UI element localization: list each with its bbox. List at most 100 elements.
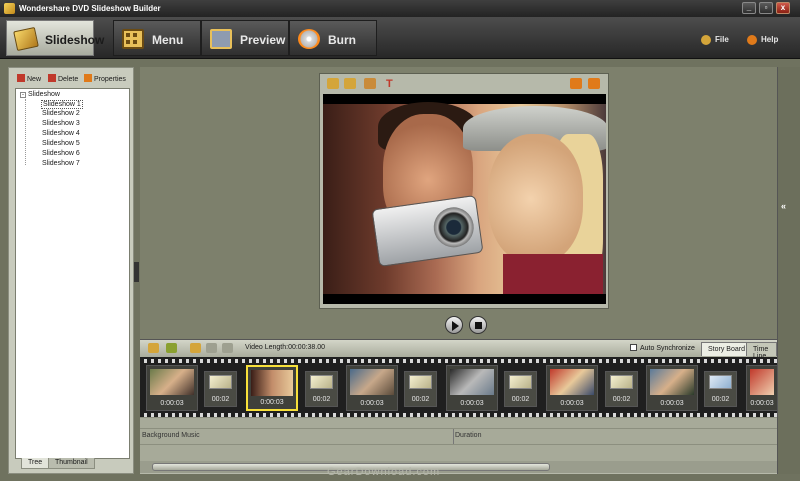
transition-clip[interactable]: 00:02 bbox=[605, 371, 638, 407]
filmstrip: 0:00:03 00:02 0:00:03 00:02 0:00:03 00:0… bbox=[140, 357, 777, 417]
music-track[interactable]: Background Music Duration bbox=[140, 428, 777, 445]
collapse-toggle-icon[interactable]: - bbox=[20, 92, 26, 98]
delete-button[interactable]: Delete bbox=[48, 74, 78, 83]
tree-item[interactable]: Slideshow 7 bbox=[41, 160, 81, 167]
transition-clip[interactable]: 00:02 bbox=[704, 371, 737, 407]
undo-icon[interactable] bbox=[206, 343, 217, 353]
slide-clip[interactable]: 0:00:03 bbox=[746, 365, 777, 411]
next-arrow-icon[interactable] bbox=[588, 78, 600, 89]
main-tab-bar: Slideshow Menu Preview Burn File Help bbox=[0, 17, 800, 59]
edit-icon[interactable] bbox=[190, 343, 201, 353]
transition-clip[interactable]: 00:02 bbox=[404, 371, 437, 407]
rotate-right-icon[interactable] bbox=[344, 78, 356, 89]
tree-root-label: Slideshow bbox=[28, 91, 60, 98]
horizontal-scrollbar[interactable] bbox=[140, 461, 777, 473]
transition-clip[interactable]: 00:02 bbox=[204, 371, 237, 407]
tab-slideshow[interactable]: Slideshow bbox=[6, 20, 104, 56]
clip-duration: 0:00:03 bbox=[560, 400, 584, 407]
right-collapsed-panel: « bbox=[777, 67, 800, 474]
transition-thumbnail bbox=[709, 375, 732, 389]
maximize-button[interactable]: ▫ bbox=[759, 2, 773, 14]
tree-item[interactable]: Slideshow 3 bbox=[41, 120, 81, 127]
slide-clip[interactable]: 0:00:03 bbox=[146, 365, 198, 411]
tree-root[interactable]: - Slideshow bbox=[20, 91, 60, 98]
tab-preview[interactable]: Preview bbox=[201, 20, 289, 56]
storyboard-panel: Video Length:00:00:38.00 Auto Synchroniz… bbox=[140, 339, 777, 474]
stop-button[interactable] bbox=[469, 316, 487, 334]
slide-thumbnail bbox=[350, 369, 394, 395]
menu-icon bbox=[122, 29, 144, 49]
help-menu-label: Help bbox=[761, 35, 779, 45]
storyboard-toolbar: Video Length:00:00:38.00 Auto Synchroniz… bbox=[140, 340, 777, 360]
camera-lens bbox=[431, 204, 477, 250]
auto-synchronize-checkbox[interactable]: Auto Synchronize bbox=[630, 344, 695, 352]
rotate-left-icon[interactable] bbox=[327, 78, 339, 89]
slide-thumbnail bbox=[550, 369, 594, 395]
clip-duration: 00:02 bbox=[211, 396, 230, 403]
play-button[interactable] bbox=[445, 316, 463, 334]
tree-item[interactable]: Slideshow 6 bbox=[41, 150, 81, 157]
file-menu-label: File bbox=[715, 35, 729, 45]
duration-label: Duration bbox=[455, 432, 482, 439]
file-menu[interactable]: File bbox=[701, 35, 729, 45]
tab-burn[interactable]: Burn bbox=[289, 20, 377, 56]
tree-item[interactable]: Slideshow 1 bbox=[41, 100, 83, 109]
clip-duration: 00:02 bbox=[612, 396, 631, 403]
panel-splitter-handle[interactable] bbox=[134, 262, 139, 282]
tab-burn-label: Burn bbox=[328, 33, 356, 47]
tree-connector bbox=[25, 99, 26, 165]
slideshow-tree: - Slideshow Slideshow 1 Slideshow 2 Slide… bbox=[15, 88, 130, 459]
redo-icon[interactable] bbox=[222, 343, 233, 353]
plus-icon bbox=[17, 74, 25, 82]
slide-clip[interactable]: 0:00:03 bbox=[646, 365, 698, 411]
tab-slideshow-label: Slideshow bbox=[45, 33, 105, 47]
tree-item[interactable]: Slideshow 5 bbox=[41, 140, 81, 147]
properties-icon bbox=[84, 74, 92, 82]
slide-clip[interactable]: 0:00:03 bbox=[446, 365, 498, 411]
clip-duration: 00:02 bbox=[511, 396, 530, 403]
tree-item[interactable]: Slideshow 2 bbox=[41, 110, 81, 117]
preview-window: T bbox=[319, 73, 609, 309]
new-button[interactable]: New bbox=[17, 74, 41, 83]
tab-preview-label: Preview bbox=[240, 33, 286, 47]
help-menu[interactable]: Help bbox=[747, 35, 778, 45]
slide-clip[interactable]: 0:00:03 bbox=[546, 365, 598, 411]
new-button-label: New bbox=[27, 76, 42, 83]
slide-thumbnail bbox=[750, 369, 774, 395]
slideshow-toolbar: New Delete Properties bbox=[9, 68, 133, 88]
transition-clip[interactable]: 00:02 bbox=[305, 371, 338, 407]
add-music-icon[interactable] bbox=[166, 343, 177, 353]
text-tool-icon[interactable]: T bbox=[386, 78, 398, 90]
slideshow-icon bbox=[13, 26, 39, 52]
transition-clip[interactable]: 00:02 bbox=[504, 371, 537, 407]
preview-photo bbox=[323, 94, 606, 304]
clip-duration: 0:00:03 bbox=[260, 399, 284, 406]
tree-item[interactable]: Slideshow 4 bbox=[41, 130, 81, 137]
slide-clip-selected[interactable]: 0:00:03 bbox=[246, 365, 298, 411]
background-music-label: Background Music bbox=[142, 432, 200, 439]
add-photo-icon[interactable] bbox=[148, 343, 159, 353]
previous-arrow-icon[interactable] bbox=[570, 78, 582, 89]
close-button[interactable]: x bbox=[776, 2, 790, 14]
slide-thumbnail bbox=[450, 369, 494, 395]
transition-thumbnail bbox=[310, 375, 333, 389]
window-title: Wondershare DVD Slideshow Builder bbox=[19, 4, 161, 13]
minimize-button[interactable]: _ bbox=[742, 2, 756, 14]
tab-thumbnail[interactable]: Thumbnail bbox=[48, 458, 95, 469]
slide-thumbnail bbox=[150, 369, 194, 395]
app-icon bbox=[4, 3, 15, 14]
clip-duration: 0:00:03 bbox=[360, 400, 384, 407]
empty-track bbox=[140, 444, 777, 461]
slide-clip[interactable]: 0:00:03 bbox=[346, 365, 398, 411]
tab-menu[interactable]: Menu bbox=[113, 20, 201, 56]
properties-button[interactable]: Properties bbox=[84, 74, 126, 83]
checkbox-icon[interactable] bbox=[630, 344, 637, 351]
tab-story-board[interactable]: Story Board bbox=[701, 342, 752, 356]
expand-panel-icon[interactable]: « bbox=[781, 201, 786, 211]
transition-thumbnail bbox=[509, 375, 532, 389]
clip-duration: 00:02 bbox=[711, 396, 730, 403]
tab-menu-label: Menu bbox=[152, 33, 184, 47]
tab-tree[interactable]: Tree bbox=[21, 458, 50, 469]
tab-time-line[interactable]: Time Line bbox=[746, 342, 777, 360]
crop-icon[interactable] bbox=[364, 78, 376, 89]
